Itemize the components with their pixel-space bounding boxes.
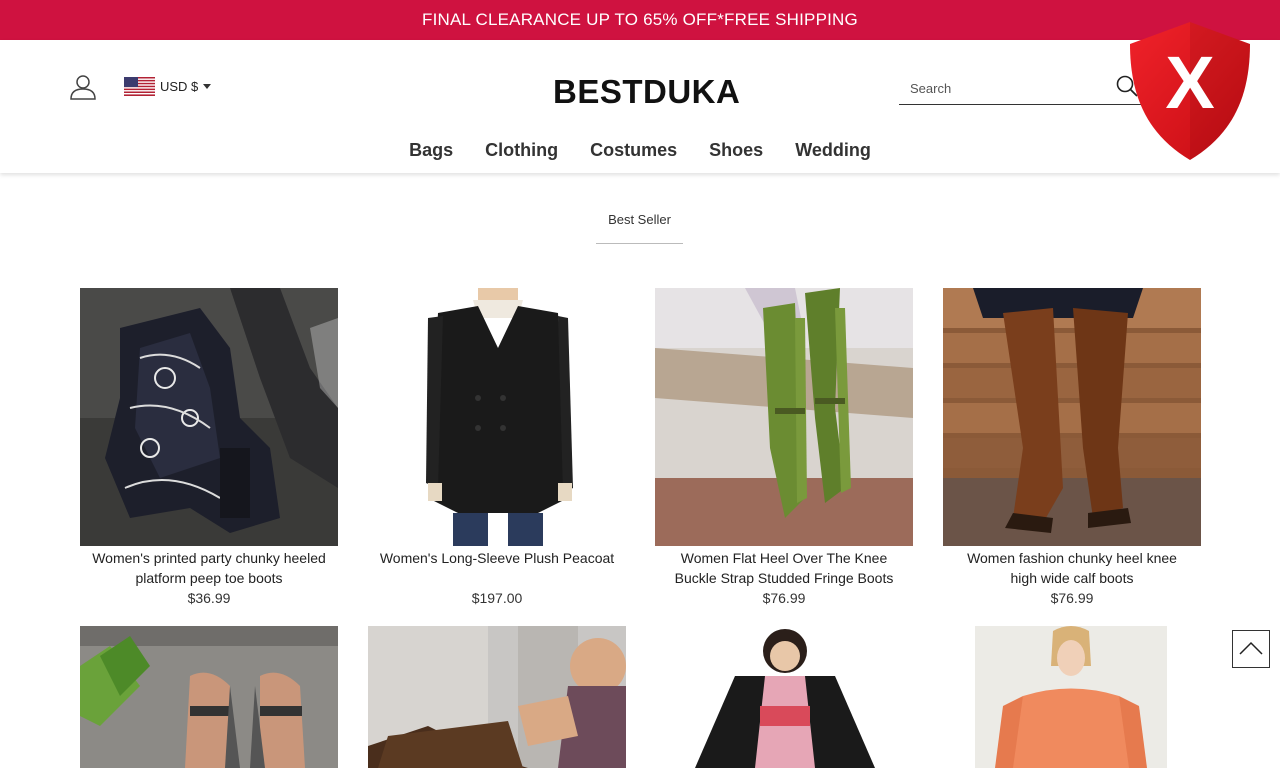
currency-selector[interactable]: USD $: [124, 76, 212, 96]
product-title[interactable]: Women fashion chunky heel knee high wide…: [943, 548, 1201, 588]
search-box: [899, 70, 1143, 105]
product-card: Women Flat Heel Over The Knee Buckle Str…: [655, 288, 913, 608]
nav-item-wedding[interactable]: Wedding: [795, 138, 871, 162]
product-image-fringe-boots[interactable]: [655, 288, 913, 546]
user-icon[interactable]: [70, 74, 96, 100]
product-image-peacoat[interactable]: [368, 288, 626, 546]
product-card: [655, 626, 913, 768]
product-card: [80, 626, 338, 768]
nav-item-shoes[interactable]: Shoes: [709, 138, 763, 162]
product-image-paisley-boots[interactable]: [80, 288, 338, 546]
shield-badge-text: X: [1165, 41, 1214, 124]
product-card: [943, 626, 1201, 768]
product-card: Women's printed party chunky heeled plat…: [80, 288, 338, 608]
main-nav: Bags Clothing Costumes Shoes Wedding: [0, 138, 1280, 162]
promo-text: FINAL CLEARANCE UP TO 65% OFF*FREE SHIPP…: [422, 10, 858, 29]
product-image-kimono-costume[interactable]: [655, 626, 913, 768]
back-to-top-button[interactable]: [1232, 630, 1270, 668]
red-shield-x-icon[interactable]: X: [1126, 20, 1254, 162]
product-price: $197.00: [471, 590, 523, 606]
nav-item-costumes[interactable]: Costumes: [590, 138, 677, 162]
product-image-leather-bag[interactable]: [368, 626, 626, 768]
product-card: [368, 626, 626, 768]
tab-best-seller[interactable]: Best Seller: [596, 212, 683, 244]
product-price: $36.99: [187, 590, 231, 606]
product-price: $76.99: [1050, 590, 1094, 606]
search-input[interactable]: [910, 78, 1100, 98]
product-title[interactable]: Women Flat Heel Over The Knee Buckle Str…: [655, 548, 913, 588]
promo-banner[interactable]: FINAL CLEARANCE UP TO 65% OFF*FREE SHIPP…: [0, 0, 1280, 40]
product-image-knee-boots[interactable]: [943, 288, 1201, 546]
nav-item-bags[interactable]: Bags: [409, 138, 453, 162]
site-logo[interactable]: BESTDUKA: [553, 72, 740, 112]
product-image-orange-dress[interactable]: [943, 626, 1201, 768]
product-card: Women's Long-Sleeve Plush Peacoat $197.0…: [368, 288, 626, 608]
product-price: $76.99: [762, 590, 806, 606]
site-header: USD $ BESTDUKA Bags Clothing Costumes Sh…: [0, 40, 1280, 173]
nav-item-clothing[interactable]: Clothing: [485, 138, 558, 162]
product-title[interactable]: Women's Long-Sleeve Plush Peacoat: [368, 548, 626, 588]
currency-label: USD $: [160, 78, 199, 94]
us-flag-icon: [124, 76, 155, 96]
product-title[interactable]: Women's printed party chunky heeled plat…: [80, 548, 338, 588]
caret-down-icon: [203, 83, 212, 89]
product-card: Women fashion chunky heel knee high wide…: [943, 288, 1201, 608]
chevron-up-icon: [1239, 641, 1263, 655]
product-image-sandals[interactable]: [80, 626, 338, 768]
